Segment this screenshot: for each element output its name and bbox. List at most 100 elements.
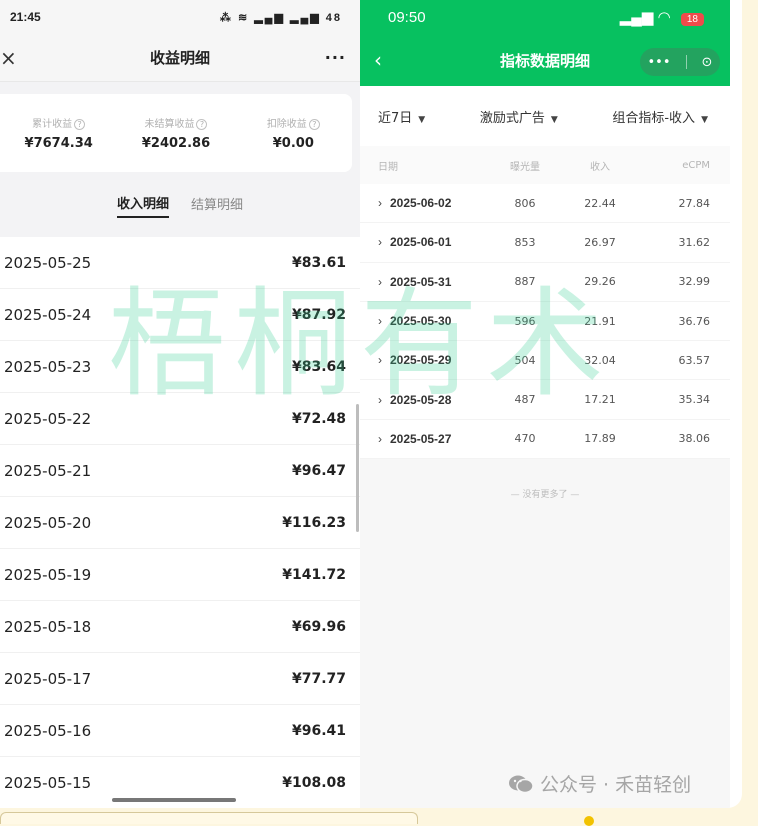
cell-ecpm: 35.34 — [678, 393, 711, 407]
row-amount: ¥96.41 — [291, 722, 346, 739]
cell-income: 32.04 — [584, 353, 616, 367]
table-row[interactable]: › 2025-06-02 806 22.44 27.84 — [360, 184, 730, 224]
cell-ecpm: 38.06 — [678, 432, 711, 446]
chevron-right-icon[interactable]: › — [378, 235, 382, 249]
notification-dot — [584, 816, 594, 826]
row-date: 2025-05-16 — [4, 721, 92, 740]
wechat-icon — [508, 774, 534, 794]
cell-income: 21.91 — [584, 314, 616, 328]
row-amount: ¥69.96 — [291, 618, 346, 635]
cell-ecpm: 27.84 — [678, 196, 711, 210]
list-item[interactable]: 2025-05-18 ¥69.96 — [0, 601, 360, 653]
metrics-table: 日期 曝光量 收入 eCPM › 2025-06-02 806 22.44 27.84 … — [360, 146, 730, 460]
summary-total: 累计收益? ¥7674.34 — [0, 115, 117, 151]
cell-ecpm: 63.57 — [678, 353, 711, 367]
caret-down-icon: ▼ — [701, 114, 708, 125]
header-income: 收入 — [590, 161, 610, 173]
row-date: 2025-05-23 — [4, 357, 92, 376]
list-item[interactable]: 2025-05-25 ¥83.61 — [0, 237, 360, 289]
status-time: 09:50 — [388, 8, 426, 26]
summary-label: 扣除收益 — [266, 119, 307, 130]
list-item[interactable]: 2025-05-17 ¥77.77 — [0, 653, 360, 705]
row-date: 2025-05-19 — [4, 565, 92, 584]
table-row[interactable]: › 2025-06-01 853 26.97 31.62 — [360, 223, 730, 263]
earnings-summary-card: 累计收益? ¥7674.34 未结算收益? ¥2402.86 扣除收益? ¥0.… — [0, 94, 352, 172]
more-icon[interactable]: ··· — [325, 48, 346, 67]
status-bar: 21:45 ⁂ ≋ ▂▄▆ ▂▄▆ 48 — [0, 0, 360, 34]
cell-date: 2025-06-02 — [390, 196, 452, 211]
row-amount: ¥83.64 — [291, 358, 346, 375]
header-date: 日期 — [378, 161, 398, 173]
chevron-right-icon[interactable]: › — [378, 314, 382, 328]
cell-income: 29.26 — [584, 275, 616, 289]
help-icon[interactable]: ? — [196, 119, 208, 130]
table-row[interactable]: › 2025-05-29 504 32.04 63.57 — [360, 341, 730, 381]
row-amount: ¥96.47 — [291, 462, 346, 479]
income-list: 2025-05-25 ¥83.61 2025-05-24 ¥87.92 2025-0… — [0, 237, 360, 808]
summary-unsettled: 未结算收益? ¥2402.86 — [117, 115, 234, 151]
back-icon[interactable]: ‹ — [374, 48, 382, 72]
more-icon[interactable]: ••• — [648, 55, 671, 70]
summary-label: 累计收益 — [32, 119, 73, 130]
nav-bar: × 收益明细 ··· — [0, 34, 360, 82]
filter-metric[interactable]: 组合指标-收入 ▼ — [612, 107, 708, 126]
filter-label: 激励式广告 — [479, 110, 545, 126]
no-more-text: — 没有更多了 — — [510, 490, 580, 501]
list-item[interactable]: 2025-05-24 ¥87.92 — [0, 289, 360, 341]
list-item[interactable]: 2025-05-23 ¥83.64 — [0, 341, 360, 393]
close-circle-icon[interactable]: ⊙ — [702, 55, 713, 70]
home-indicator[interactable] — [112, 798, 236, 802]
filter-ad-type[interactable]: 激励式广告 ▼ — [480, 107, 558, 126]
bottom-panel-edge — [0, 812, 418, 824]
cell-exposure: 806 — [514, 196, 536, 210]
row-date: 2025-05-17 — [4, 669, 92, 688]
summary-value: ¥0.00 — [272, 136, 314, 151]
list-item[interactable]: 2025-05-21 ¥96.47 — [0, 445, 360, 497]
mini-program-capsule: ••• ⊙ — [640, 48, 720, 76]
cell-ecpm: 32.99 — [678, 275, 711, 289]
scrollbar[interactable] — [356, 404, 359, 532]
chevron-right-icon[interactable]: › — [378, 393, 382, 407]
cell-income: 22.44 — [584, 196, 616, 210]
row-date: 2025-05-18 — [4, 617, 92, 636]
cell-exposure: 470 — [514, 432, 536, 446]
list-item[interactable]: 2025-05-16 ¥96.41 — [0, 705, 360, 757]
table-row[interactable]: › 2025-05-27 470 17.89 38.06 — [360, 420, 730, 460]
row-amount: ¥83.61 — [291, 254, 346, 271]
cell-date: 2025-05-31 — [390, 274, 452, 289]
filter-label: 近7日 — [378, 110, 413, 126]
chevron-right-icon[interactable]: › — [378, 275, 382, 289]
table-row[interactable]: › 2025-05-31 887 29.26 32.99 — [360, 263, 730, 302]
filter-date-range[interactable]: 近7日 ▼ — [378, 107, 425, 126]
cell-ecpm: 36.76 — [678, 314, 711, 328]
chevron-right-icon[interactable]: › — [378, 353, 382, 367]
tab-income-detail[interactable]: 收入明细 — [116, 189, 169, 218]
tab-settlement-detail[interactable]: 结算明细 — [191, 190, 243, 217]
capsule-divider — [685, 55, 687, 69]
list-item[interactable]: 2025-05-20 ¥116.23 — [0, 497, 360, 549]
detail-tabs: 收入明细 结算明细 — [0, 172, 360, 234]
table-header: 日期 曝光量 收入 eCPM — [360, 146, 730, 184]
table-row[interactable]: › 2025-05-30 596 21.91 36.76 — [360, 302, 730, 342]
header-exposure: 曝光量 — [510, 161, 540, 173]
row-amount: ¥77.77 — [291, 670, 346, 687]
metrics-detail-screen: 09:50 ▂▄▆ ◠ 18 ‹ 指标数据明细 ••• ⊙ 近7日 ▼ 激励式广告… — [360, 0, 730, 808]
brand-text: 公众号 · 禾苗轻创 — [540, 774, 692, 796]
page-title: 收益明细 — [149, 49, 210, 67]
caret-down-icon: ▼ — [418, 114, 426, 125]
chevron-right-icon[interactable]: › — [378, 196, 382, 210]
cell-exposure: 504 — [514, 353, 536, 367]
table-row[interactable]: › 2025-05-28 487 17.21 35.34 — [360, 380, 730, 420]
summary-label: 未结算收益 — [144, 119, 195, 130]
brand-signature: 公众号 · 禾苗轻创 — [508, 770, 691, 797]
row-date: 2025-05-15 — [4, 773, 92, 792]
list-item[interactable]: 2025-05-19 ¥141.72 — [0, 549, 360, 601]
close-icon[interactable]: × — [0, 46, 17, 70]
cell-ecpm: 31.62 — [678, 235, 711, 249]
help-icon[interactable]: ? — [74, 119, 86, 130]
filter-bar: 近7日 ▼ 激励式广告 ▼ 组合指标-收入 ▼ — [360, 86, 730, 146]
help-icon[interactable]: ? — [308, 119, 320, 130]
chevron-right-icon[interactable]: › — [378, 432, 382, 446]
list-item[interactable]: 2025-05-22 ¥72.48 — [0, 393, 360, 445]
status-icons: ⁂ ≋ ▂▄▆ ▂▄▆ 48 — [219, 11, 342, 24]
